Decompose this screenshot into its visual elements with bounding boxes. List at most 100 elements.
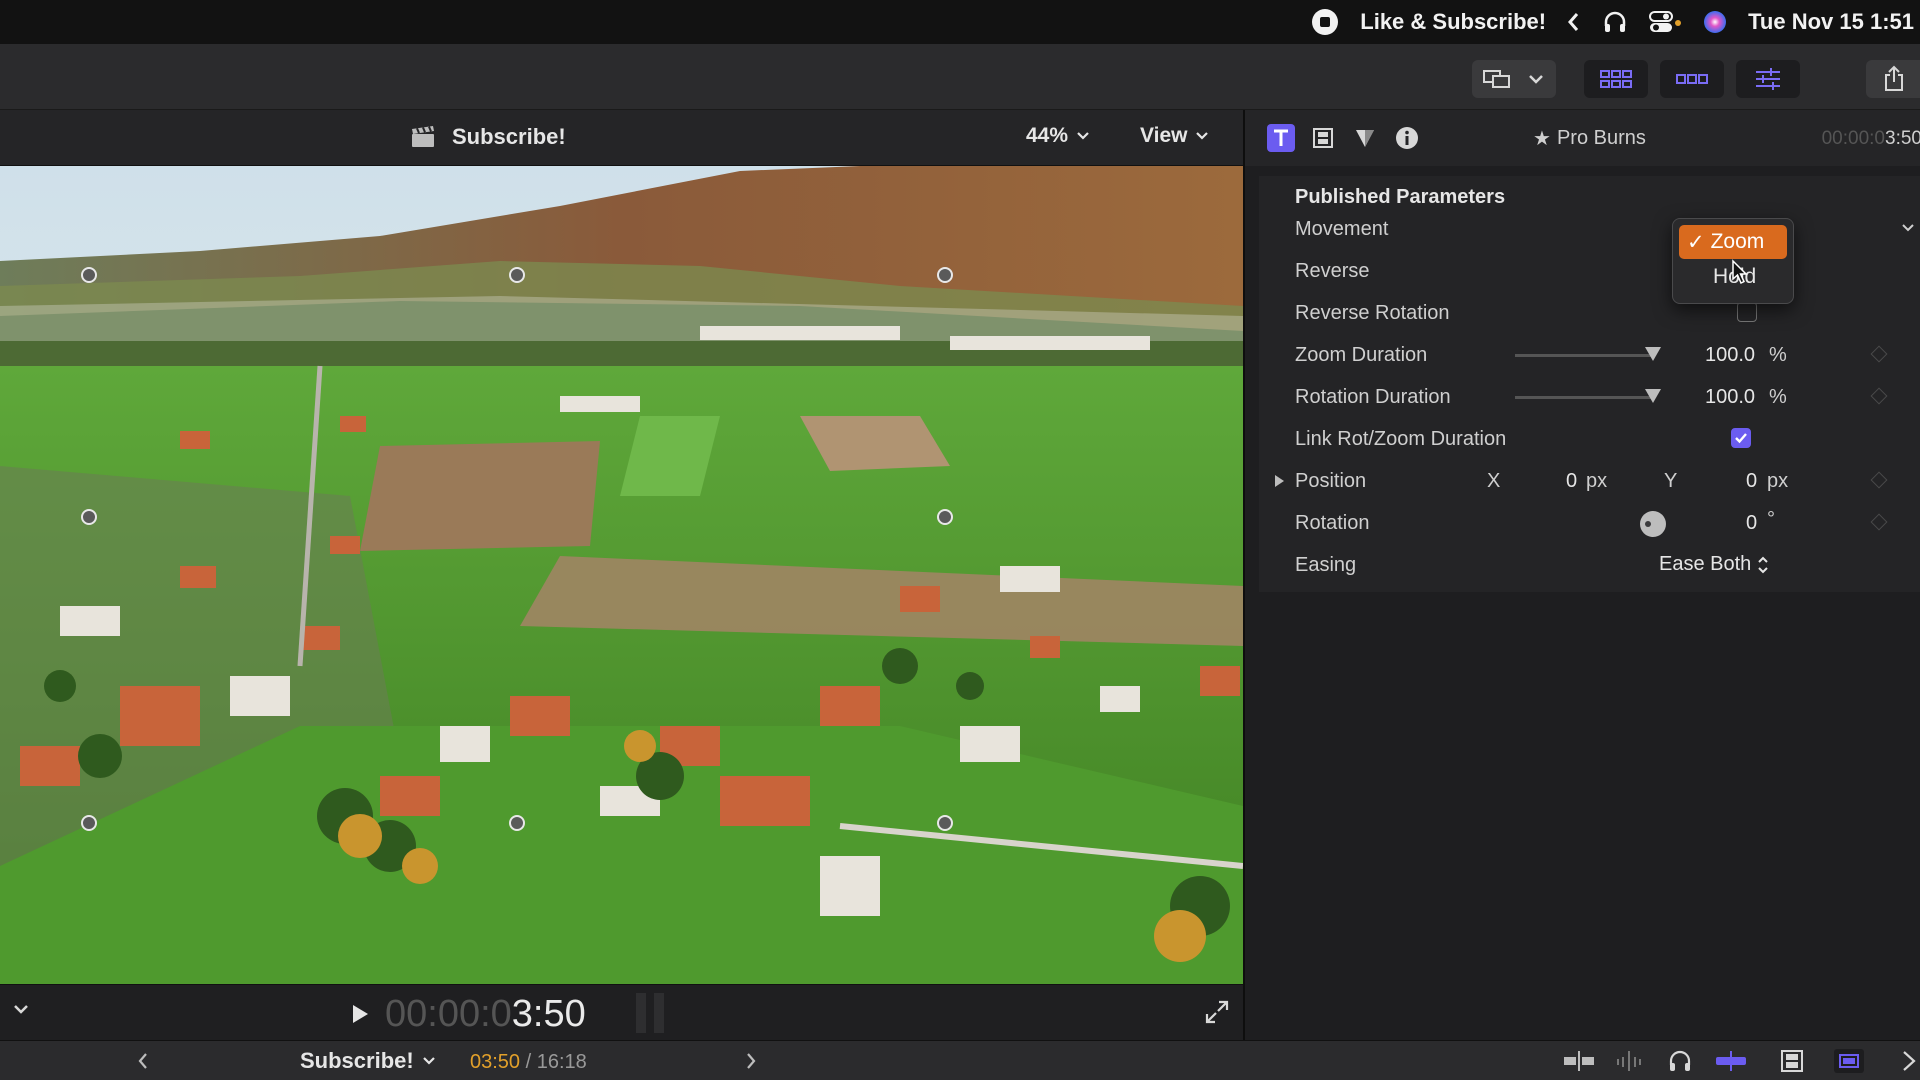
chevron-down-icon[interactable] — [1900, 222, 1916, 234]
keyframe-diamond-icon[interactable] — [1870, 387, 1888, 405]
mouse-cursor-icon — [1731, 259, 1749, 285]
zoom-duration-value[interactable]: 100.0 — [1705, 344, 1755, 367]
rotation-duration-slider[interactable] — [1515, 389, 1661, 403]
param-position: Position X 0 px Y 0 px — [1259, 460, 1920, 502]
viewer-timecode[interactable]: 00:00:03:50 — [385, 993, 586, 1036]
chevron-down-icon — [1196, 132, 1209, 140]
reverse-rotation-checkbox[interactable] — [1737, 302, 1757, 322]
timeline-duration: 03:50 / 16:18 — [470, 1051, 587, 1074]
inspector-title: ★ Pro Burns — [1533, 126, 1646, 151]
timeline-index-icon[interactable] — [1832, 1047, 1866, 1075]
bounds-handle[interactable] — [81, 815, 97, 831]
param-reverse-rotation: Reverse Rotation — [1259, 292, 1920, 334]
tab-video-inspector[interactable] — [1309, 124, 1337, 152]
menu-item-zoom[interactable]: ✓ Zoom — [1679, 225, 1787, 259]
zoom-value: 44% — [1026, 124, 1069, 147]
slider-knob[interactable] — [1645, 347, 1661, 361]
video-frame[interactable] — [0, 166, 1243, 984]
movement-dropdown-menu: ✓ Zoom Hold — [1672, 218, 1794, 304]
toolbar — [0, 44, 1920, 110]
link-duration-checkbox[interactable] — [1731, 428, 1751, 448]
position-label: Position — [1295, 470, 1367, 492]
control-center-icon[interactable] — [1648, 9, 1682, 35]
bounds-handle[interactable] — [937, 509, 953, 525]
timecode-leading: 00:00:0 — [385, 993, 512, 1035]
bounds-handle[interactable] — [937, 815, 953, 831]
checkmark-icon: ✓ — [1687, 230, 1705, 254]
chevron-down-icon — [422, 1057, 435, 1065]
film-strip-icon[interactable] — [1780, 1049, 1804, 1073]
snapping-icon[interactable] — [1714, 1049, 1748, 1073]
param-easing: Easing Ease Both — [1259, 544, 1920, 586]
viewer-footer: 00:00:03:50 — [0, 984, 1243, 1040]
published-parameters-panel: Published Parameters Movement Reverse Re… — [1259, 176, 1920, 592]
keyframe-diamond-icon[interactable] — [1870, 345, 1888, 363]
bounds-handle[interactable] — [509, 267, 525, 283]
zoom-duration-slider[interactable] — [1515, 347, 1661, 361]
zoom-popup[interactable]: 44% — [1026, 124, 1090, 148]
position-y-label: Y — [1664, 470, 1678, 492]
chevron-right-icon[interactable] — [744, 1051, 758, 1071]
viewer-clip-name: Subscribe! — [452, 124, 566, 149]
slider-knob[interactable] — [1645, 389, 1661, 403]
rotation-label: Rotation — [1295, 512, 1370, 534]
project-menu[interactable]: Subscribe! — [300, 1048, 436, 1074]
view-menu[interactable]: View — [1140, 124, 1209, 148]
reverse-label: Reverse — [1295, 260, 1370, 282]
rotation-value[interactable]: 0 — [1746, 512, 1757, 535]
chevron-down-icon[interactable] — [12, 1003, 30, 1017]
viewer-clip-title: Subscribe! — [410, 124, 566, 150]
easing-value: Ease Both — [1659, 553, 1752, 575]
chevron-left-icon[interactable] — [136, 1051, 150, 1071]
meter-bar — [654, 993, 664, 1033]
chevron-down-icon — [1077, 132, 1089, 140]
rotation-duration-unit: % — [1769, 386, 1787, 408]
project-name: Subscribe! — [300, 1048, 414, 1073]
link-duration-label: Link Rot/Zoom Duration — [1295, 428, 1507, 450]
menubar: Like & Subscribe! Tue Nov 15 1:51 — [0, 0, 1920, 44]
timeline-toggle-button[interactable] — [1660, 60, 1724, 98]
position-x-value[interactable]: 0 — [1566, 470, 1577, 493]
tab-color-inspector[interactable] — [1351, 124, 1379, 152]
bounds-handle[interactable] — [937, 267, 953, 283]
rotation-duration-value[interactable]: 100.0 — [1705, 386, 1755, 409]
headphones-icon[interactable] — [1668, 1049, 1692, 1073]
tab-title-inspector[interactable] — [1267, 124, 1295, 152]
viewer-header: Subscribe! 44% View — [0, 110, 1243, 166]
disclosure-triangle-icon[interactable] — [1273, 474, 1285, 488]
audio-skimming-icon[interactable] — [1614, 1049, 1644, 1073]
easing-popup[interactable]: Ease Both — [1659, 553, 1769, 576]
chevron-right-icon[interactable] — [1900, 1049, 1918, 1073]
effect-name: Pro Burns — [1556, 127, 1646, 149]
keyframe-diamond-icon[interactable] — [1870, 513, 1888, 531]
fullscreen-icon[interactable] — [1204, 999, 1230, 1025]
chevron-left-icon[interactable] — [1566, 11, 1582, 33]
bounds-handle[interactable] — [81, 509, 97, 525]
timeline-total-time: / 16:18 — [525, 1051, 587, 1073]
tab-info-inspector[interactable] — [1393, 124, 1421, 152]
position-y-value[interactable]: 0 — [1746, 470, 1757, 493]
inspector-toggle-button[interactable] — [1736, 60, 1800, 98]
menubar-title[interactable]: Like & Subscribe! — [1360, 9, 1546, 35]
param-rotation: Rotation 0 ° — [1259, 502, 1920, 544]
inspector-timecode-leading: 00:00:0 — [1821, 128, 1886, 149]
siri-icon[interactable] — [1702, 9, 1728, 35]
show-hide-viewers-button[interactable] — [1472, 60, 1556, 98]
bounds-handle[interactable] — [509, 815, 525, 831]
record-stop-icon[interactable] — [1310, 7, 1340, 37]
film-icon — [1313, 128, 1333, 148]
bounds-handle[interactable] — [81, 267, 97, 283]
info-icon — [1396, 127, 1418, 149]
clip-appearance-icon[interactable] — [1562, 1049, 1596, 1073]
param-link-duration: Link Rot/Zoom Duration — [1259, 418, 1920, 460]
rotation-dial[interactable] — [1639, 510, 1667, 538]
view-label: View — [1140, 124, 1188, 147]
browser-toggle-button[interactable] — [1584, 60, 1648, 98]
headphones-icon[interactable] — [1602, 9, 1628, 35]
position-x-unit: px — [1586, 470, 1608, 492]
rotation-duration-label: Rotation Duration — [1295, 386, 1451, 408]
section-title: Published Parameters — [1295, 186, 1506, 208]
share-button[interactable] — [1866, 60, 1920, 98]
play-icon[interactable] — [350, 1003, 370, 1025]
keyframe-diamond-icon[interactable] — [1870, 471, 1888, 489]
